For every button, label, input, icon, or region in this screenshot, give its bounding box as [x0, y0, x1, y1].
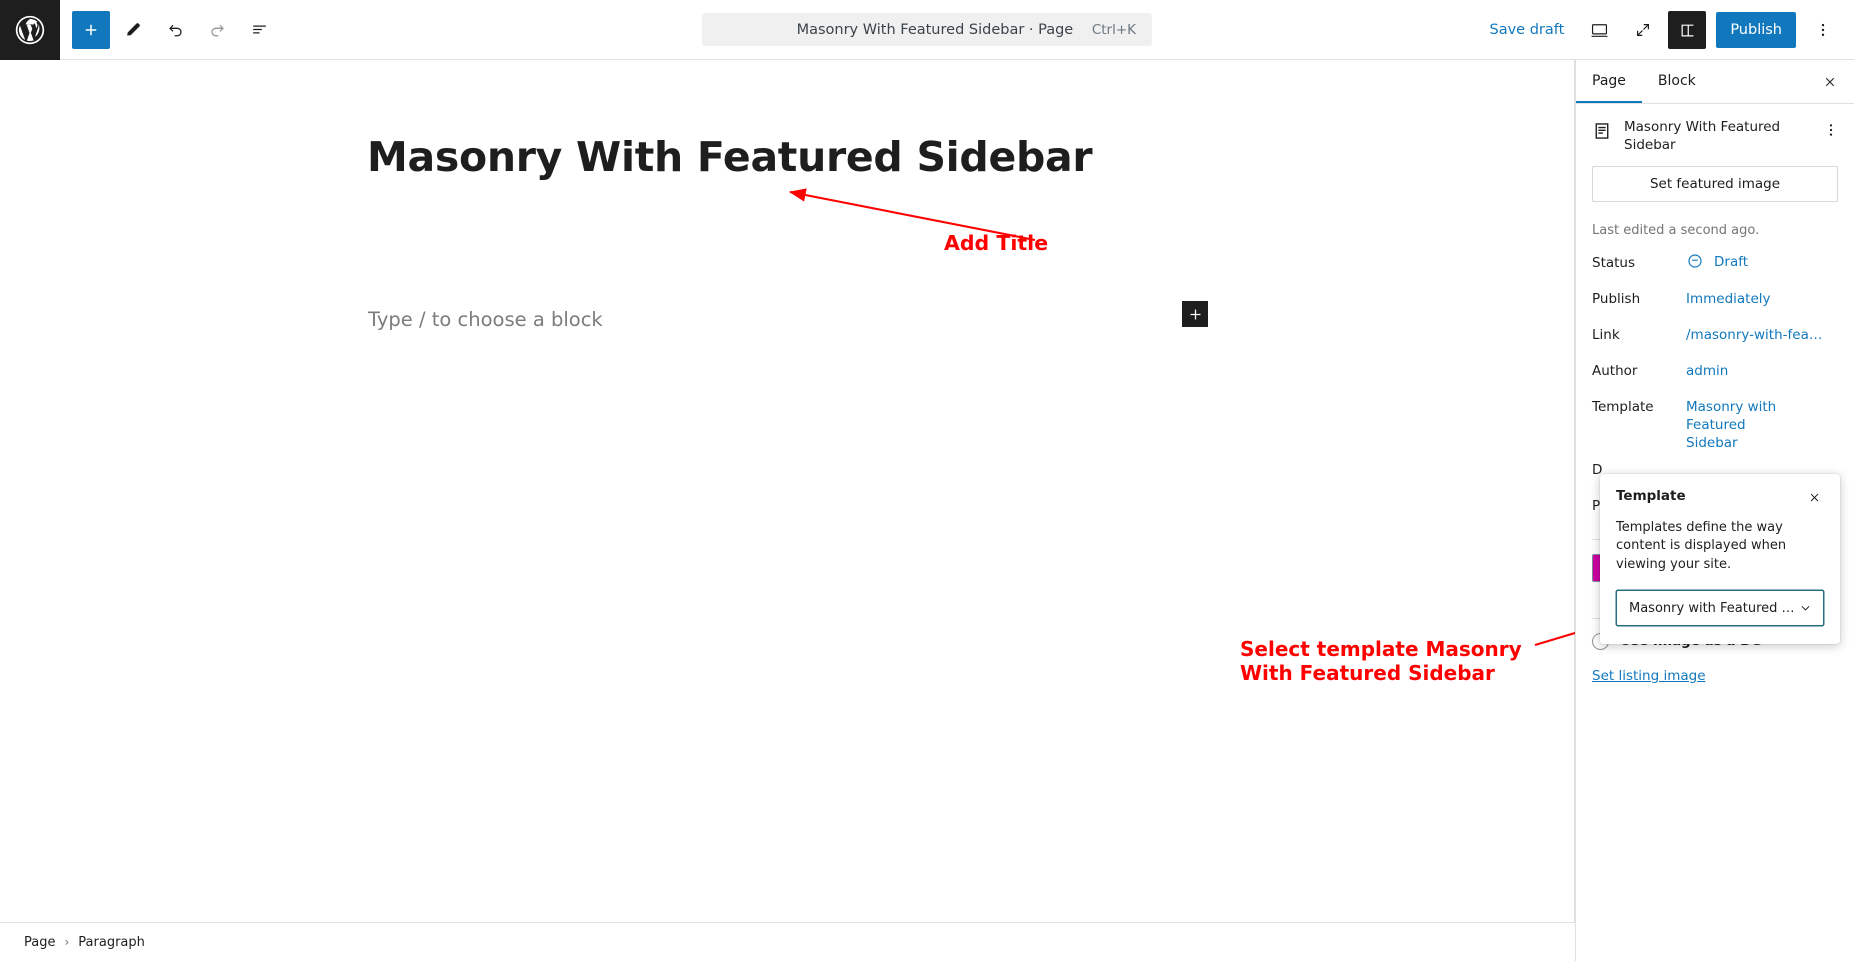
settings-sidebar-icon[interactable]	[1668, 11, 1707, 49]
chevron-down-icon	[1801, 605, 1810, 611]
template-popover: Template Templates define the way conten…	[1600, 474, 1840, 645]
wordpress-logo-icon[interactable]	[0, 0, 60, 60]
breadcrumb-separator-icon: ›	[64, 935, 70, 949]
annotation-select-template: Select template Masonry With Featured Si…	[1240, 637, 1522, 685]
tab-block[interactable]: Block	[1642, 60, 1712, 103]
save-draft-button[interactable]: Save draft	[1480, 16, 1575, 44]
close-sidebar-icon[interactable]	[1814, 66, 1846, 98]
page-document-icon	[1590, 119, 1614, 143]
publish-value-button[interactable]: Immediately	[1686, 288, 1771, 309]
tab-page[interactable]: Page	[1576, 60, 1642, 103]
command-bar-title: Masonry With Featured Sidebar · Page	[796, 21, 1074, 38]
editor-bottom-bar: Page › Paragraph	[0, 922, 1575, 961]
editor-top-bar: Masonry With Featured Sidebar · Page Ctr…	[0, 0, 1854, 60]
document-actions-three-dots-vertical-icon[interactable]	[1818, 117, 1844, 143]
template-select-dropdown[interactable]: Masonry with Featured Si…	[1616, 590, 1824, 627]
template-value-button[interactable]: Masonry with Featured Sidebar	[1686, 396, 1796, 452]
tools-edit-button[interactable]	[114, 11, 152, 49]
meta-row-status: Status Draft	[1592, 252, 1838, 282]
block-inserter-button[interactable]	[72, 10, 110, 49]
document-summary: Masonry With Featured Sidebar	[1576, 104, 1854, 166]
document-title: Masonry With Featured Sidebar	[1624, 119, 1781, 154]
author-value-button[interactable]: admin	[1686, 360, 1728, 381]
popover-header: Template	[1616, 488, 1824, 507]
meta-label-publish: Publish	[1592, 291, 1641, 308]
redo-button[interactable]	[198, 11, 236, 49]
page-title[interactable]: Masonry With Featured Sidebar	[367, 133, 1093, 182]
publish-button[interactable]: Publish	[1716, 12, 1796, 48]
meta-row-link: Link /masonry-with-fea…	[1592, 324, 1838, 354]
set-featured-image-button[interactable]: Set featured image	[1592, 166, 1838, 203]
popover-close-x-icon[interactable]	[1804, 487, 1824, 507]
breadcrumb-item-page[interactable]: Page	[24, 935, 55, 950]
document-overview-button[interactable]	[240, 11, 278, 49]
status-value-text: Draft	[1714, 253, 1749, 270]
three-dots-vertical-icon[interactable]	[1804, 11, 1842, 49]
popover-description: Templates define the way content is disp…	[1616, 520, 1787, 572]
desktop-preview-icon[interactable]	[1580, 11, 1618, 49]
meta-row-publish: Publish Immediately	[1592, 288, 1838, 318]
top-bar-tools	[60, 10, 278, 49]
command-bar-shortcut: Ctrl+K	[1091, 21, 1136, 38]
last-edited-text: Last edited a second ago.	[1592, 223, 1760, 239]
meta-label-author: Author	[1592, 363, 1638, 380]
template-select-value: Masonry with Featured Si…	[1629, 600, 1798, 616]
command-bar[interactable]: Masonry With Featured Sidebar · Page Ctr…	[702, 13, 1152, 46]
link-value-button[interactable]: /masonry-with-fea…	[1686, 324, 1822, 345]
meta-label-template: Template	[1592, 399, 1654, 416]
top-bar-actions: Save draft Publish	[1480, 0, 1854, 60]
popover-title: Template	[1616, 488, 1686, 504]
block-placeholder-paragraph[interactable]: Type / to choose a block	[368, 305, 603, 334]
meta-label-status: Status	[1592, 255, 1636, 272]
meta-row-author: Author admin	[1592, 360, 1838, 390]
set-listing-image-link[interactable]: Set listing image	[1592, 668, 1706, 684]
expand-arrows-icon[interactable]	[1624, 11, 1662, 49]
meta-row-template: Template Masonry with Featured Sidebar	[1592, 396, 1838, 452]
meta-label-link: Link	[1592, 327, 1620, 344]
annotation-add-title: Add Title	[944, 231, 1049, 255]
breadcrumb-item-paragraph[interactable]: Paragraph	[78, 935, 145, 950]
status-value-button[interactable]: Draft	[1686, 252, 1748, 272]
undo-button[interactable]	[156, 11, 194, 49]
draft-status-icon	[1686, 252, 1706, 272]
editor-canvas[interactable]: Masonry With Featured Sidebar Type / to …	[0, 60, 1575, 922]
sidebar-tabs: Page Block	[1576, 60, 1854, 104]
canvas-inserter-plus-icon[interactable]	[1182, 301, 1208, 327]
